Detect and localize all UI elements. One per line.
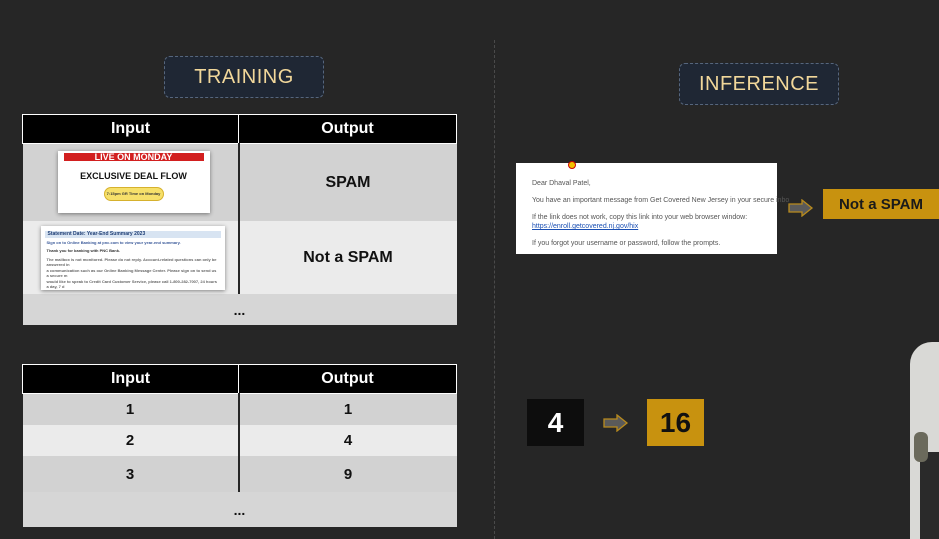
spam-email-thumbnail: LIVE ON MONDAY EXCLUSIVE DEAL FLOW 7:15p… <box>57 151 210 213</box>
table-row: 1 1 <box>22 393 457 425</box>
inference-output-number: 16 <box>647 399 704 446</box>
bank-email-thumbnail: Statement Date: Year-End Summary 2023 Si… <box>40 226 225 290</box>
input-cell: LIVE ON MONDAY EXCLUSIVE DEAL FLOW 7:15p… <box>22 143 239 221</box>
training-label: TRAINING <box>194 65 294 88</box>
column-header-input: Input <box>22 364 239 394</box>
column-header-input: Input <box>22 114 239 144</box>
thumbnail-text: Sign on to Online Banking at pnc.com to … <box>46 240 181 245</box>
table-header-row: Input Output <box>22 364 457 394</box>
inference-input-number: 4 <box>527 399 584 446</box>
section-divider <box>494 40 495 539</box>
inference-badge: INFERENCE <box>679 63 839 105</box>
inference-output-text: Not a SPAM <box>839 195 923 213</box>
table-ellipsis-row: ... <box>22 294 457 325</box>
inference-email: Dear Dhaval Patel, You have an important… <box>516 161 789 254</box>
webcam-overlay <box>910 342 939 539</box>
column-header-output: Output <box>238 114 457 144</box>
thumbnail-button: 7:15pm GR Time on Monday <box>103 187 164 201</box>
inference-output-label: Not a SPAM <box>823 189 939 219</box>
email-line: If you forgot your username or password,… <box>532 240 721 247</box>
ellipsis: ... <box>22 294 457 325</box>
thumbnail-title: EXCLUSIVE DEAL FLOW <box>80 171 187 181</box>
thumbnail-text: Thank you for banking with PNC Bank. <box>46 248 121 253</box>
table-row: 3 9 <box>22 456 457 492</box>
input-number-text: 4 <box>547 406 564 438</box>
output-cell: SPAM <box>237 143 457 221</box>
table-row: 2 4 <box>22 425 457 456</box>
training-table-spam: Input Output LIVE ON MONDAY EXCLUSIVE DE… <box>22 114 457 325</box>
output-cell: Not a SPAM <box>237 221 457 294</box>
email-line: If the link does not work, copy this lin… <box>532 214 748 221</box>
table-row: Statement Date: Year-End Summary 2023 Si… <box>22 221 457 294</box>
output-cell: 9 <box>237 456 457 492</box>
email-link[interactable]: https://enroll.getcovered.nj.gov/hix <box>532 223 638 230</box>
arrow-right-icon <box>603 414 629 432</box>
thumbnail-banner: LIVE ON MONDAY <box>63 153 204 162</box>
email-line: You have an important message from Get C… <box>532 197 790 204</box>
output-number-text: 16 <box>659 406 692 438</box>
thumbnail-text: would like to speak to Credit Card Custo… <box>46 279 218 289</box>
output-cell: 4 <box>237 425 457 456</box>
inference-label: INFERENCE <box>698 72 820 95</box>
recording-dot-icon <box>568 161 576 169</box>
arrow-right-icon <box>788 199 814 217</box>
output-cell: 1 <box>237 393 457 425</box>
ellipsis: ... <box>22 492 457 527</box>
email-greeting: Dear Dhaval Patel, <box>532 180 591 187</box>
thumbnail-text: The mailbox is not monitored. Please do … <box>46 257 217 267</box>
input-cell: 3 <box>22 456 239 492</box>
thumbnail-text: a communication such as our Online Banki… <box>46 268 217 278</box>
training-table-square: Input Output 1 1 2 4 3 9 ... <box>22 364 457 527</box>
column-header-output: Output <box>238 364 457 394</box>
thumbnail-header: Statement Date: Year-End Summary 2023 <box>44 231 221 238</box>
training-badge: TRAINING <box>164 56 324 98</box>
input-cell: 2 <box>22 425 239 456</box>
table-header-row: Input Output <box>22 114 457 144</box>
input-cell: Statement Date: Year-End Summary 2023 Si… <box>22 221 239 294</box>
input-cell: 1 <box>22 393 239 425</box>
table-ellipsis-row: ... <box>22 492 457 527</box>
table-row: LIVE ON MONDAY EXCLUSIVE DEAL FLOW 7:15p… <box>22 143 457 221</box>
